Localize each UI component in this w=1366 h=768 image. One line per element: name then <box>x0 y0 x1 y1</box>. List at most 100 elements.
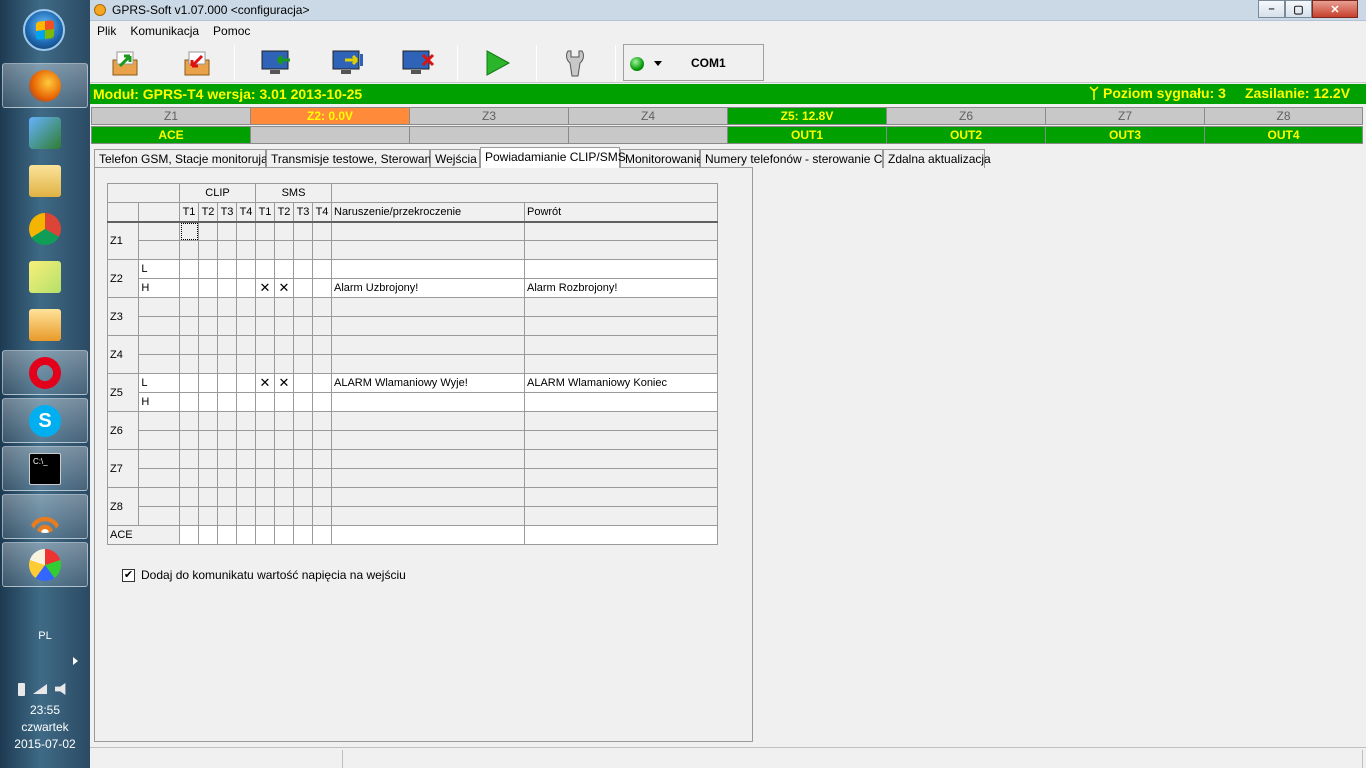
sms-t3-cell[interactable] <box>293 354 313 374</box>
violation-message-cell[interactable]: Alarm Uzbrojony! <box>331 278 525 298</box>
clip-t3-cell[interactable] <box>217 259 237 279</box>
return-message-cell[interactable] <box>524 354 718 374</box>
sms-t2-cell[interactable] <box>274 392 294 412</box>
clip-t4-cell[interactable] <box>236 430 256 450</box>
violation-message-cell[interactable] <box>331 297 525 317</box>
violation-message-cell[interactable] <box>331 468 525 488</box>
sms-t4-cell[interactable] <box>312 487 332 507</box>
sms-t1-cell[interactable] <box>255 259 275 279</box>
sms-t2-cell[interactable] <box>274 335 294 355</box>
sms-t1-cell[interactable] <box>255 354 275 374</box>
clip-t3-cell[interactable] <box>217 354 237 374</box>
clip-t1-cell[interactable] <box>179 373 199 393</box>
sms-t2-cell[interactable] <box>274 430 294 450</box>
clip-t4-cell[interactable] <box>236 221 256 241</box>
return-message-cell[interactable] <box>524 449 718 469</box>
sms-t1-cell[interactable] <box>255 297 275 317</box>
taskbar-app[interactable] <box>2 302 88 347</box>
clip-t1-cell[interactable] <box>179 221 199 241</box>
tab-numery-telefonow[interactable]: Numery telefonów - sterowanie CLIP <box>700 149 900 168</box>
clip-t4-cell[interactable] <box>236 335 256 355</box>
taskbar-opera[interactable] <box>2 350 88 395</box>
clip-t3-cell[interactable] <box>217 297 237 317</box>
clip-t2-cell[interactable] <box>198 354 218 374</box>
clip-t3-cell[interactable] <box>217 392 237 412</box>
clip-t4-cell[interactable] <box>236 316 256 336</box>
return-message-cell[interactable] <box>524 392 718 412</box>
violation-message-cell[interactable] <box>331 335 525 355</box>
language-indicator[interactable]: PL <box>0 630 90 642</box>
return-message-cell[interactable]: Alarm Rozbrojony! <box>524 278 718 298</box>
taskbar-paint[interactable] <box>2 542 88 587</box>
clip-t1-cell[interactable] <box>179 449 199 469</box>
sms-t1-cell[interactable] <box>255 335 275 355</box>
clip-t2-cell[interactable] <box>198 487 218 507</box>
start-button[interactable] <box>23 9 65 51</box>
clip-t3-cell[interactable] <box>217 430 237 450</box>
clip-t2-cell[interactable] <box>198 221 218 241</box>
taskbar-skype[interactable]: S <box>2 398 88 443</box>
maximize-button[interactable]: ▢ <box>1285 0 1312 18</box>
sms-t4-cell[interactable] <box>312 221 332 241</box>
sms-t1-cell[interactable] <box>255 430 275 450</box>
taskbar-cmd[interactable]: C:\_ <box>2 446 88 491</box>
clip-t3-cell[interactable] <box>217 468 237 488</box>
clip-t4-cell[interactable] <box>236 259 256 279</box>
tab-transmisje-testowe[interactable]: Transmisje testowe, Sterowanie <box>266 149 441 168</box>
settings-button[interactable] <box>550 44 600 82</box>
clip-t3-cell[interactable] <box>217 335 237 355</box>
sms-t2-cell[interactable] <box>274 354 294 374</box>
tray-expand-icon[interactable] <box>73 657 78 665</box>
violation-message-cell[interactable] <box>331 487 525 507</box>
return-message-cell[interactable] <box>524 259 718 279</box>
violation-message-cell[interactable] <box>331 449 525 469</box>
return-message-cell[interactable] <box>524 221 718 241</box>
clip-t2-cell[interactable] <box>198 278 218 298</box>
battery-icon[interactable] <box>18 682 25 696</box>
sms-t3-cell[interactable] <box>293 506 313 526</box>
clip-t4-cell[interactable] <box>236 354 256 374</box>
sms-t4-cell[interactable] <box>312 468 332 488</box>
sms-t2-cell[interactable] <box>274 297 294 317</box>
sms-t2-cell[interactable] <box>274 506 294 526</box>
sms-t2-cell[interactable] <box>274 525 294 545</box>
menu-plik[interactable]: Plik <box>90 22 123 41</box>
clip-t4-cell[interactable] <box>236 468 256 488</box>
clip-t4-cell[interactable] <box>236 373 256 393</box>
clip-t1-cell[interactable] <box>179 297 199 317</box>
return-message-cell[interactable] <box>524 430 718 450</box>
sms-t3-cell[interactable] <box>293 335 313 355</box>
sms-t3-cell[interactable] <box>293 468 313 488</box>
start-button-toolbar[interactable] <box>471 44 521 82</box>
sms-t1-cell[interactable]: ✕ <box>255 278 275 298</box>
dropdown-arrow-icon[interactable] <box>654 61 662 66</box>
return-message-cell[interactable] <box>524 506 718 526</box>
clip-t3-cell[interactable] <box>217 487 237 507</box>
sms-t2-cell[interactable] <box>274 411 294 431</box>
clip-t2-cell[interactable] <box>198 240 218 260</box>
taskbar-explorer[interactable] <box>2 158 88 203</box>
sms-t4-cell[interactable] <box>312 411 332 431</box>
sms-t1-cell[interactable] <box>255 316 275 336</box>
clip-t3-cell[interactable] <box>217 449 237 469</box>
sms-t4-cell[interactable] <box>312 316 332 336</box>
read-config-button[interactable] <box>100 44 150 82</box>
clip-t2-cell[interactable] <box>198 525 218 545</box>
return-message-cell[interactable] <box>524 411 718 431</box>
clip-t1-cell[interactable] <box>179 468 199 488</box>
menu-pomoc[interactable]: Pomoc <box>206 22 257 41</box>
clip-t4-cell[interactable] <box>236 506 256 526</box>
sms-t1-cell[interactable] <box>255 411 275 431</box>
clip-t4-cell[interactable] <box>236 449 256 469</box>
return-message-cell[interactable] <box>524 316 718 336</box>
taskbar-control-panel[interactable] <box>2 110 88 155</box>
violation-message-cell[interactable] <box>331 430 525 450</box>
clip-t1-cell[interactable] <box>179 259 199 279</box>
clip-t4-cell[interactable] <box>236 411 256 431</box>
voltage-checkbox-label[interactable]: Dodaj do komunikatu wartość napięcia na … <box>141 568 406 582</box>
menu-komunikacja[interactable]: Komunikacja <box>123 22 206 41</box>
clip-t2-cell[interactable] <box>198 335 218 355</box>
clock-day[interactable]: czwartek <box>0 719 90 736</box>
sms-t3-cell[interactable] <box>293 430 313 450</box>
sms-t4-cell[interactable] <box>312 430 332 450</box>
